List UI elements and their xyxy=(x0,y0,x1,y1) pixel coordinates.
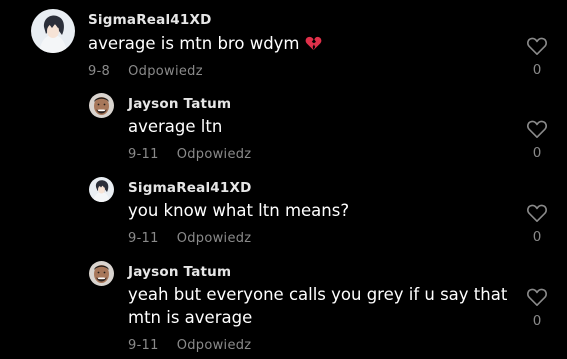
comment-username[interactable]: SigmaReal41XD xyxy=(128,180,251,196)
like-count: 0 xyxy=(532,313,542,329)
like-heart-icon[interactable] xyxy=(526,203,548,223)
avatar[interactable] xyxy=(31,9,75,53)
anime-avatar-icon xyxy=(89,177,114,202)
comment-text: average is mtn bro wdym xyxy=(88,32,322,55)
like-heart-icon[interactable] xyxy=(526,36,548,56)
like-heart-icon[interactable] xyxy=(526,287,548,307)
avatar[interactable] xyxy=(89,93,114,118)
person-avatar-icon xyxy=(89,261,114,286)
like-heart-icon[interactable] xyxy=(526,119,548,139)
comment-meta: 9-8 Odpowiedz xyxy=(88,64,203,79)
reply-button[interactable]: Odpowiedz xyxy=(177,231,252,246)
comment-date: 9-11 xyxy=(128,338,159,353)
comment-text: average ltn xyxy=(128,117,223,136)
comment-text-line-2: mtn is average xyxy=(128,308,253,327)
like-count: 0 xyxy=(532,62,542,78)
comment-meta: 9-11 Odpowiedz xyxy=(128,147,251,162)
avatar[interactable] xyxy=(89,261,114,286)
comment-username[interactable]: SigmaReal41XD xyxy=(88,12,211,28)
comment-text-content: average is mtn bro wdym xyxy=(88,34,300,53)
comment-text-line-1: yeah but everyone calls you grey if u sa… xyxy=(128,285,508,304)
comment-username[interactable]: Jayson Tatum xyxy=(128,96,231,112)
like-count: 0 xyxy=(532,145,542,161)
like-count: 0 xyxy=(532,229,542,245)
avatar[interactable] xyxy=(89,177,114,202)
reply-button[interactable]: Odpowiedz xyxy=(177,338,252,353)
broken-heart-icon xyxy=(305,34,322,51)
comment-date: 9-11 xyxy=(128,231,159,246)
comment-username[interactable]: Jayson Tatum xyxy=(128,264,231,280)
comment-meta: 9-11 Odpowiedz xyxy=(128,338,251,353)
reply-button[interactable]: Odpowiedz xyxy=(128,64,203,79)
person-avatar-icon xyxy=(89,93,114,118)
comment-date: 9-8 xyxy=(88,64,111,79)
comment-text: you know what ltn means? xyxy=(128,201,350,220)
comment-date: 9-11 xyxy=(128,147,159,162)
anime-avatar-icon xyxy=(31,9,75,53)
reply-button[interactable]: Odpowiedz xyxy=(177,147,252,162)
comment-meta: 9-11 Odpowiedz xyxy=(128,231,251,246)
